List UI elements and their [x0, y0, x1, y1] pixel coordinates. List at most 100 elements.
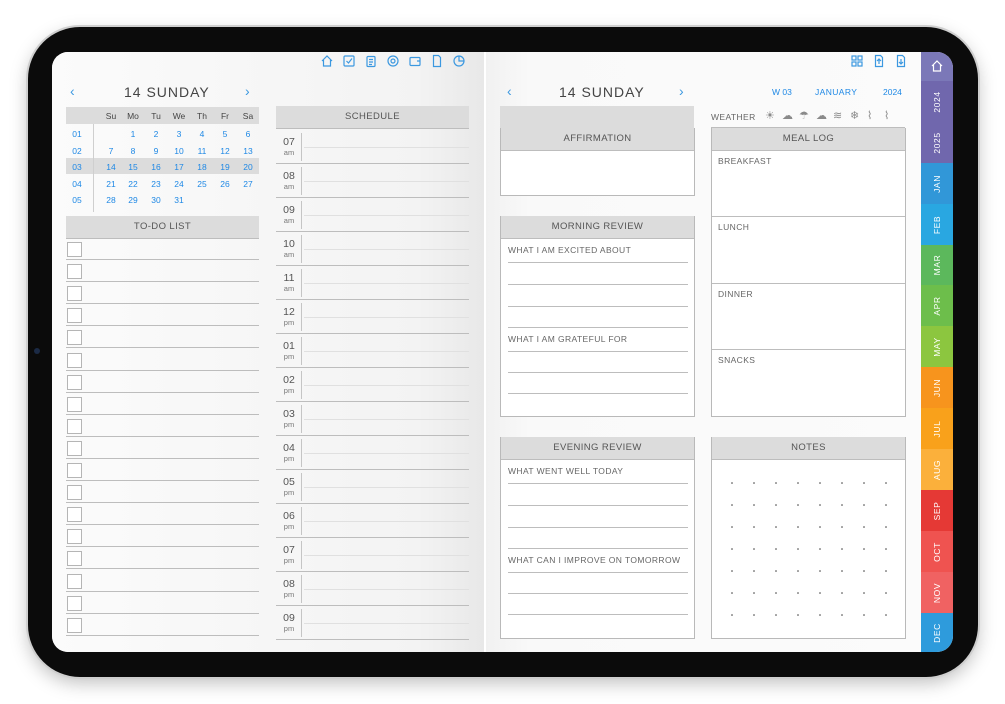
- sun-icon[interactable]: ☀: [765, 109, 775, 122]
- calendar-day[interactable]: 16: [145, 162, 167, 172]
- wind-icon[interactable]: ≋: [833, 109, 842, 122]
- tab-jan[interactable]: JAN: [921, 163, 953, 204]
- calendar-day[interactable]: 23: [145, 179, 167, 189]
- check-icon[interactable]: [342, 54, 356, 68]
- todo-checkbox[interactable]: [67, 374, 82, 390]
- layout-icon[interactable]: [850, 54, 864, 68]
- calendar-day[interactable]: 13: [237, 146, 259, 156]
- week-number[interactable]: 05: [68, 195, 86, 205]
- tab-feb[interactable]: FEB: [921, 204, 953, 245]
- calendar-day[interactable]: 10: [168, 146, 190, 156]
- tab-jul[interactable]: JUL: [921, 408, 953, 449]
- month-link[interactable]: JANUARY: [815, 87, 857, 97]
- todo-checkbox[interactable]: [67, 507, 82, 523]
- prev-day-button[interactable]: ‹: [70, 83, 75, 99]
- rain-icon[interactable]: ☂: [799, 109, 809, 122]
- next-day-button[interactable]: ›: [245, 83, 250, 99]
- hour-line[interactable]: [276, 605, 469, 606]
- hour-line[interactable]: [276, 571, 469, 572]
- todo-checkbox[interactable]: [67, 396, 82, 412]
- calendar-day[interactable]: 24: [168, 179, 190, 189]
- week-number[interactable]: 01: [68, 129, 86, 139]
- tab-apr[interactable]: APR: [921, 285, 953, 326]
- calendar-day[interactable]: 9: [145, 146, 167, 156]
- todo-checkbox[interactable]: [67, 485, 82, 501]
- snowflake-icon[interactable]: ❄: [850, 109, 859, 122]
- notes-box[interactable]: [711, 437, 906, 639]
- calendar-day[interactable]: 3: [168, 129, 190, 139]
- calendar-day[interactable]: 20: [237, 162, 259, 172]
- tab-2025[interactable]: 2025: [921, 122, 953, 163]
- hour-line[interactable]: [276, 333, 469, 334]
- calendar-day[interactable]: 17: [168, 162, 190, 172]
- todo-checkbox[interactable]: [67, 573, 82, 589]
- hour-line[interactable]: [276, 197, 469, 198]
- calendar-day[interactable]: 21: [100, 179, 122, 189]
- todo-checkbox[interactable]: [67, 551, 82, 567]
- calendar-day[interactable]: 8: [122, 146, 144, 156]
- hour-line[interactable]: [276, 639, 469, 640]
- calendar-day[interactable]: 30: [145, 195, 167, 205]
- tab-sep[interactable]: SEP: [921, 490, 953, 531]
- pie-icon[interactable]: [452, 54, 466, 68]
- tab-nov[interactable]: NOV: [921, 572, 953, 613]
- calendar-day[interactable]: 19: [214, 162, 236, 172]
- next-day-button-right[interactable]: ›: [679, 83, 684, 99]
- todo-checkbox[interactable]: [67, 440, 82, 456]
- clipboard-icon[interactable]: [364, 54, 378, 68]
- tab-home[interactable]: [921, 52, 953, 81]
- hour-line[interactable]: [276, 367, 469, 368]
- hour-line[interactable]: [276, 435, 469, 436]
- todo-checkbox[interactable]: [67, 617, 82, 633]
- hour-line[interactable]: [276, 231, 469, 232]
- hour-line[interactable]: [276, 469, 469, 470]
- import-icon[interactable]: [894, 54, 908, 68]
- calendar-day[interactable]: 28: [100, 195, 122, 205]
- week-number[interactable]: 03: [68, 162, 86, 172]
- todo-checkbox[interactable]: [67, 463, 82, 478]
- calendar-day[interactable]: 12: [214, 146, 236, 156]
- tab-aug[interactable]: AUG: [921, 449, 953, 490]
- partly-cloudy-icon[interactable]: ☁: [782, 109, 793, 122]
- tab-may[interactable]: MAY: [921, 326, 953, 367]
- calendar-day[interactable]: 5: [214, 129, 236, 139]
- calendar-day[interactable]: 18: [191, 162, 213, 172]
- thermometer-up-icon[interactable]: ⌇: [867, 109, 872, 122]
- calendar-day[interactable]: 31: [168, 195, 190, 205]
- todo-checkbox[interactable]: [67, 242, 82, 257]
- tab-2024[interactable]: 2024: [921, 81, 953, 122]
- todo-checkbox[interactable]: [67, 352, 82, 368]
- tab-dec[interactable]: DEC: [921, 613, 953, 652]
- tab-mar[interactable]: MAR: [921, 245, 953, 285]
- calendar-day[interactable]: 14: [100, 162, 122, 172]
- calendar-day[interactable]: 25: [191, 179, 213, 189]
- todo-checkbox[interactable]: [67, 595, 82, 611]
- calendar-day[interactable]: 29: [122, 195, 144, 205]
- week-number[interactable]: 02: [68, 146, 86, 156]
- hour-line[interactable]: [276, 299, 469, 300]
- calendar-day[interactable]: 15: [122, 162, 144, 172]
- thermometer-down-icon[interactable]: ⌇: [884, 109, 889, 122]
- todo-checkbox[interactable]: [67, 286, 82, 302]
- cloud-icon[interactable]: ☁: [816, 109, 827, 122]
- hour-line[interactable]: [276, 163, 469, 164]
- wallet-icon[interactable]: [408, 54, 422, 68]
- tab-jun[interactable]: JUN: [921, 367, 953, 408]
- tab-oct[interactable]: OCT: [921, 531, 953, 572]
- calendar-day[interactable]: 22: [122, 179, 144, 189]
- calendar-day[interactable]: 7: [100, 146, 122, 156]
- week-number[interactable]: 04: [68, 179, 86, 189]
- document-icon[interactable]: [430, 54, 444, 68]
- week-number-link[interactable]: W 03: [772, 87, 792, 97]
- target-icon[interactable]: [386, 54, 400, 68]
- calendar-day[interactable]: 26: [214, 179, 236, 189]
- todo-checkbox[interactable]: [67, 418, 82, 434]
- year-link[interactable]: 2024: [883, 87, 902, 97]
- todo-checkbox[interactable]: [67, 330, 82, 346]
- calendar-day[interactable]: 1: [122, 129, 144, 139]
- hour-line[interactable]: [276, 503, 469, 504]
- calendar-day[interactable]: 6: [237, 129, 259, 139]
- prev-day-button-right[interactable]: ‹: [507, 83, 512, 99]
- todo-checkbox[interactable]: [67, 308, 82, 324]
- calendar-day[interactable]: 27: [237, 179, 259, 189]
